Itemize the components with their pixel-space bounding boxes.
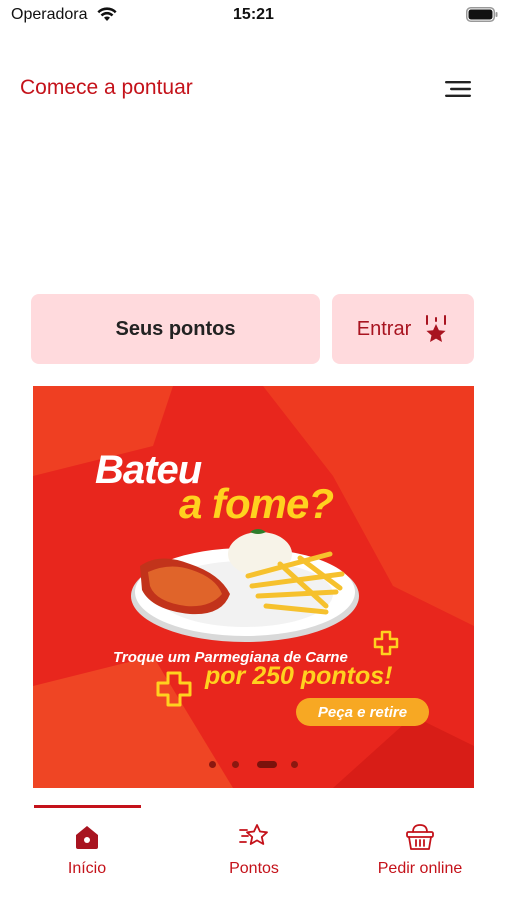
- points-button-label: Seus pontos: [115, 317, 236, 340]
- tab-label: Início: [67, 860, 107, 877]
- points-star-icon: [239, 824, 268, 845]
- badge-star-icon: [426, 315, 447, 342]
- carousel-dot[interactable]: [209, 761, 216, 768]
- header-title[interactable]: Comece a pontuar: [20, 76, 193, 100]
- banner-title-line2: a fome?: [179, 480, 334, 527]
- home-icon: [76, 826, 98, 849]
- battery-icon: [466, 7, 498, 22]
- tab-pedir-online[interactable]: Pedir online: [350, 818, 490, 888]
- plus-decoration-icon: [156, 671, 192, 707]
- tab-pontos[interactable]: Pontos: [184, 818, 324, 888]
- carousel-dot[interactable]: [291, 761, 298, 768]
- status-bar: Operadora 15:21: [0, 0, 507, 32]
- tab-inicio[interactable]: Início: [17, 818, 157, 888]
- banner-offer-line2: por 250 pontos!: [205, 662, 393, 690]
- status-time: 15:21: [233, 6, 274, 23]
- tab-label: Pedir online: [377, 860, 463, 877]
- bottom-tab-bar: Início Pontos Pedir online: [0, 800, 507, 900]
- carousel-dot-active[interactable]: [257, 761, 277, 768]
- login-button[interactable]: Entrar: [332, 294, 474, 364]
- basket-icon: [406, 824, 434, 850]
- banner-cta-button[interactable]: Peça e retire: [296, 698, 429, 726]
- active-tab-indicator: [34, 805, 141, 808]
- menu-icon[interactable]: [438, 75, 478, 103]
- points-button[interactable]: Seus pontos: [31, 294, 320, 364]
- app-header: Comece a pontuar: [0, 60, 507, 116]
- tab-label: Pontos: [229, 860, 279, 877]
- login-button-label: Entrar: [356, 317, 412, 340]
- plus-decoration-icon: [373, 630, 399, 656]
- carousel-indicator: [33, 759, 474, 769]
- plate-image: [131, 529, 359, 642]
- promo-banner[interactable]: Bateu a fome? Troque um Parmegiana de Ca…: [33, 386, 474, 788]
- carousel-dot[interactable]: [232, 761, 239, 768]
